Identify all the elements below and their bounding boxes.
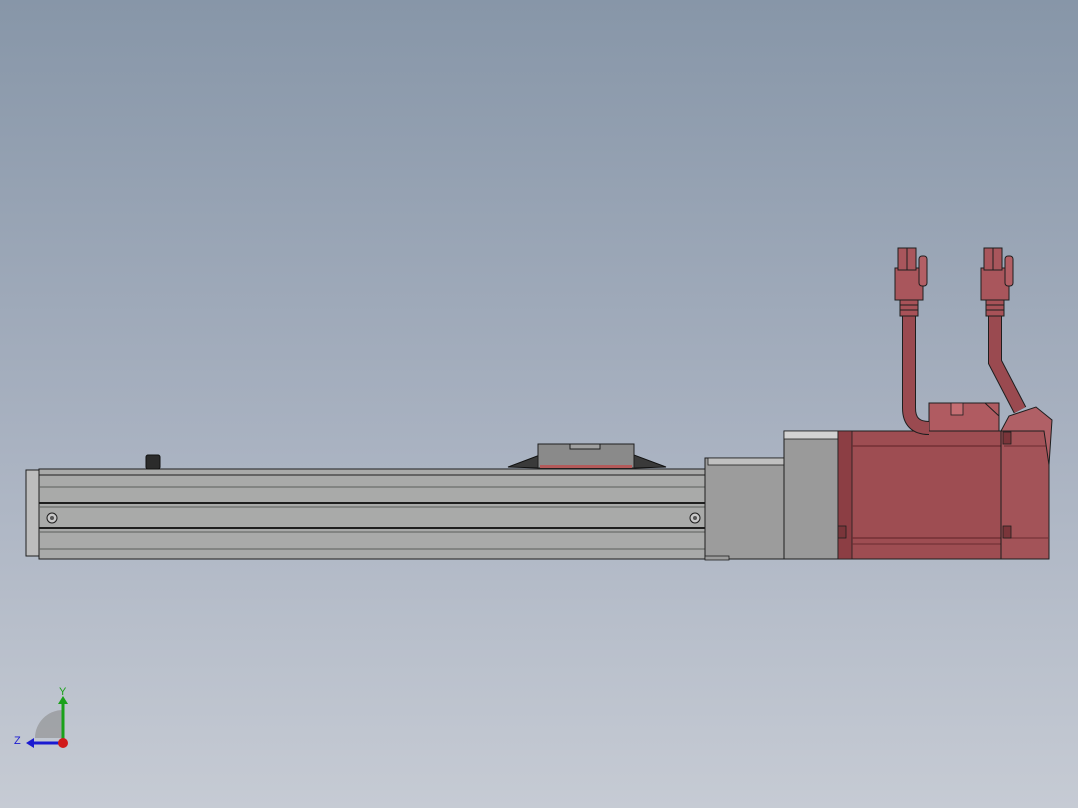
view-orientation-triad[interactable]: Y Z — [10, 686, 80, 756]
coupling-housing[interactable] — [704, 457, 786, 561]
triad-quadrant — [35, 710, 63, 738]
z-axis-label: Z — [14, 735, 21, 747]
x-axis-dot — [58, 738, 68, 748]
sensor-block[interactable] — [145, 454, 161, 470]
y-axis-label: Y — [59, 686, 67, 698]
motor-cable-2[interactable] — [980, 247, 1027, 414]
motor-flange[interactable] — [783, 430, 839, 560]
carriage[interactable] — [507, 443, 667, 469]
graphics-viewport[interactable]: Y Z — [0, 0, 1078, 808]
motor-cable-1[interactable] — [894, 247, 930, 435]
servo-motor[interactable] — [837, 402, 1053, 560]
rail-body[interactable] — [25, 468, 706, 560]
actuator-model[interactable] — [0, 0, 1078, 808]
